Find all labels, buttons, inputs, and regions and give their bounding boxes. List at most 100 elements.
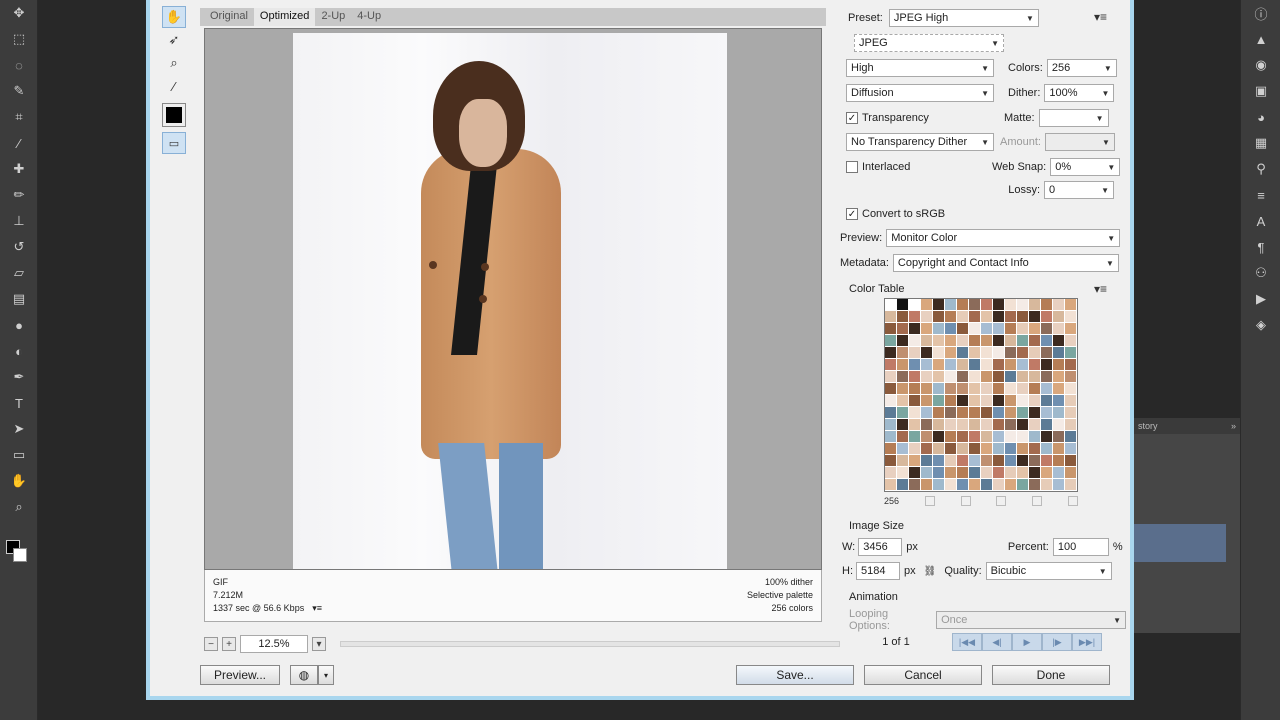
- color-swatch[interactable]: [921, 431, 932, 442]
- tab-2-up[interactable]: 2-Up: [315, 8, 351, 26]
- color-swatch[interactable]: [969, 299, 980, 310]
- color-swatch[interactable]: [1065, 479, 1076, 490]
- color-swatch[interactable]: [993, 311, 1004, 322]
- color-swatch[interactable]: [981, 443, 992, 454]
- color-swatch[interactable]: [933, 455, 944, 466]
- height-field[interactable]: 5184: [856, 562, 900, 580]
- color-swatch[interactable]: [909, 455, 920, 466]
- color-swatch[interactable]: [993, 299, 1004, 310]
- color-swatch[interactable]: [957, 347, 968, 358]
- color-swatch[interactable]: [1029, 467, 1040, 478]
- color-swatch[interactable]: [1005, 359, 1016, 370]
- color-swatch[interactable]: [909, 335, 920, 346]
- color-swatch[interactable]: [885, 347, 896, 358]
- lossy-field[interactable]: 0 ▼: [1044, 181, 1114, 199]
- color-swatch[interactable]: [885, 311, 896, 322]
- color-swatch[interactable]: [1029, 359, 1040, 370]
- color-swatch[interactable]: [1029, 395, 1040, 406]
- color-swatch[interactable]: [957, 395, 968, 406]
- color-swatch[interactable]: [921, 371, 932, 382]
- toggle-slices-icon[interactable]: ▭: [162, 132, 186, 154]
- color-swatch[interactable]: [1029, 479, 1040, 490]
- cancel-button[interactable]: Cancel: [864, 665, 982, 685]
- clone-source-icon[interactable]: ⚇: [1241, 260, 1280, 286]
- color-swatch[interactable]: [1041, 347, 1052, 358]
- color-swatch[interactable]: [921, 323, 932, 334]
- color-swatch[interactable]: [1041, 383, 1052, 394]
- color-swatch[interactable]: [969, 467, 980, 478]
- navigator-icon[interactable]: ▣: [1241, 78, 1280, 104]
- color-swatch[interactable]: [1041, 467, 1052, 478]
- color-swatch[interactable]: [885, 383, 896, 394]
- color-swatch[interactable]: [933, 347, 944, 358]
- quality-dropdown[interactable]: Bicubic ▼: [985, 562, 1112, 580]
- color-swatch[interactable]: [1041, 299, 1052, 310]
- eraser-tool-icon[interactable]: ▱: [0, 260, 38, 286]
- metadata-dropdown[interactable]: Copyright and Contact Info ▼: [892, 254, 1119, 272]
- tab-optimized[interactable]: Optimized: [253, 8, 316, 26]
- color-swatch[interactable]: [981, 347, 992, 358]
- zoom-dropdown-icon[interactable]: ▾: [312, 637, 326, 651]
- color-swatch[interactable]: [993, 359, 1004, 370]
- color-swatch[interactable]: [933, 467, 944, 478]
- color-swatch[interactable]: [1017, 467, 1028, 478]
- color-swatch[interactable]: [909, 323, 920, 334]
- file-format-dropdown[interactable]: JPEG ▼: [854, 34, 1004, 52]
- color-swatch[interactable]: [897, 311, 908, 322]
- color-swatch[interactable]: [945, 383, 956, 394]
- web-snap-field[interactable]: 0% ▼: [1050, 158, 1121, 176]
- color-swatch[interactable]: [957, 419, 968, 430]
- color-swatch[interactable]: [1017, 371, 1028, 382]
- color-swatch[interactable]: [933, 299, 944, 310]
- color-swatch[interactable]: [1005, 371, 1016, 382]
- zoom-tool-icon[interactable]: ⌕: [162, 52, 186, 74]
- color-swatch[interactable]: [993, 383, 1004, 394]
- color-swatch[interactable]: [957, 371, 968, 382]
- web-shift-icon[interactable]: [960, 496, 971, 506]
- color-swatch[interactable]: [1005, 323, 1016, 334]
- color-swatch[interactable]: [957, 443, 968, 454]
- width-field[interactable]: 3456: [858, 538, 903, 556]
- color-swatch[interactable]: [945, 443, 956, 454]
- color-swatch[interactable]: [909, 443, 920, 454]
- preview-dropdown[interactable]: Monitor Color ▼: [886, 229, 1121, 247]
- color-swatch[interactable]: [981, 431, 992, 442]
- color-swatch[interactable]: [969, 323, 980, 334]
- color-swatch[interactable]: [957, 407, 968, 418]
- brush-panel-icon[interactable]: ⚲: [1241, 156, 1280, 182]
- color-swatch[interactable]: [1065, 359, 1076, 370]
- transparency-checkbox[interactable]: ✓: [846, 112, 858, 124]
- color-swatch[interactable]: [993, 407, 1004, 418]
- layers-icon[interactable]: ◈: [1241, 312, 1280, 338]
- color-swatch[interactable]: [885, 371, 896, 382]
- color-swatch[interactable]: [1017, 311, 1028, 322]
- brush-tool-icon[interactable]: ✏: [0, 182, 38, 208]
- color-swatch[interactable]: [1065, 311, 1076, 322]
- color-swatch[interactable]: [1053, 311, 1064, 322]
- color-swatch[interactable]: [957, 383, 968, 394]
- color-swatch[interactable]: [981, 299, 992, 310]
- color-swatch[interactable]: [1005, 299, 1016, 310]
- color-swatch[interactable]: [909, 383, 920, 394]
- color-reduction-dropdown[interactable]: High ▼: [846, 59, 994, 77]
- color-swatch[interactable]: [969, 335, 980, 346]
- color-swatch[interactable]: [1065, 347, 1076, 358]
- color-swatch[interactable]: [909, 419, 920, 430]
- color-swatch[interactable]: [1053, 383, 1064, 394]
- color-swatch[interactable]: [909, 395, 920, 406]
- color-icon[interactable]: ◕: [1241, 104, 1280, 130]
- color-swatch[interactable]: [921, 359, 932, 370]
- color-swatch[interactable]: [897, 479, 908, 490]
- color-swatch[interactable]: [945, 407, 956, 418]
- healing-tool-icon[interactable]: ✚: [0, 156, 38, 182]
- color-table-menu-icon[interactable]: ▾≡: [1094, 282, 1107, 296]
- color-swatch[interactable]: [1005, 443, 1016, 454]
- matte-dropdown[interactable]: ▼: [1038, 109, 1109, 127]
- color-swatch[interactable]: [909, 311, 920, 322]
- color-swatch[interactable]: [885, 407, 896, 418]
- color-swatch[interactable]: [897, 299, 908, 310]
- color-swatch[interactable]: [1029, 419, 1040, 430]
- color-swatch[interactable]: [969, 347, 980, 358]
- timeline-icon[interactable]: ▶: [1241, 286, 1280, 312]
- color-swatch[interactable]: [1041, 443, 1052, 454]
